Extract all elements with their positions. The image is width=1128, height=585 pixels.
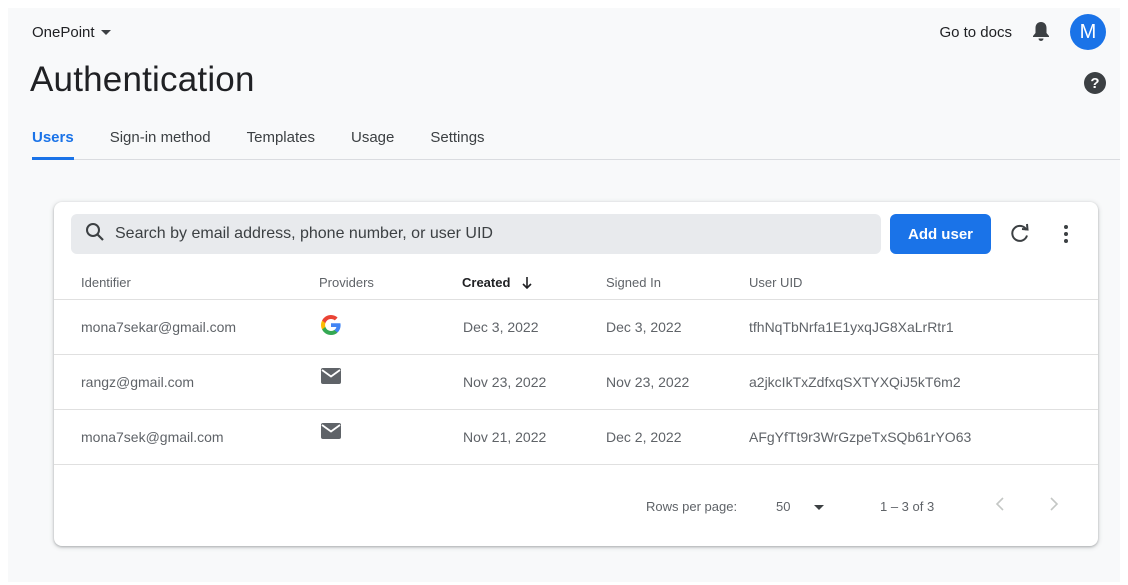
rows-per-page-label: Rows per page:: [646, 499, 738, 514]
pagination-range: 1 – 3 of 3: [880, 499, 935, 514]
project-switcher[interactable]: OnePoint: [32, 22, 111, 42]
column-header-user-uid: User UID: [749, 275, 803, 290]
go-to-docs-link[interactable]: Go to docs: [939, 24, 1012, 41]
notifications-bell-icon[interactable]: [1030, 21, 1052, 43]
identifier-cell: mona7sekar@gmail.com: [81, 319, 237, 335]
sort-descending-icon: [522, 277, 532, 290]
search-icon: [85, 222, 105, 247]
identifier-cell: mona7sek@gmail.com: [81, 429, 224, 445]
user-uid-cell: AFgYfTt9r3WrGzpeTxSQb61rYO63: [749, 429, 972, 445]
email-icon: [320, 422, 342, 443]
column-header-created[interactable]: Created: [462, 275, 532, 290]
user-uid-cell: tfhNqTbNrfa1E1yxqJG8XaLrRtr1: [749, 319, 954, 335]
tab-bar: Users Sign-in method Templates Usage Set…: [32, 126, 1120, 160]
tab-users[interactable]: Users: [32, 126, 74, 160]
email-icon: [320, 367, 342, 388]
rows-per-page-select[interactable]: 50: [776, 499, 790, 514]
refresh-icon[interactable]: [1008, 222, 1032, 246]
tab-sign-in-method[interactable]: Sign-in method: [110, 126, 211, 160]
identifier-cell: rangz@gmail.com: [81, 374, 195, 390]
table-row[interactable]: mona7sek@gmail.com Nov 21, 2022 Dec 2, 2…: [54, 410, 1098, 465]
column-header-providers: Providers: [319, 275, 374, 290]
project-name: OnePoint: [32, 23, 95, 41]
column-header-created-label: Created: [462, 275, 511, 290]
more-options-icon[interactable]: [1058, 222, 1074, 246]
tab-usage[interactable]: Usage: [351, 126, 394, 160]
user-uid-cell: a2jkcIkTxZdfxqSXTYXQiJ5kT6m2: [749, 374, 961, 390]
google-icon: [320, 314, 342, 339]
created-cell: Nov 21, 2022: [463, 429, 547, 445]
page: OnePoint Go to docs M Authentication ? U…: [8, 8, 1120, 582]
created-cell: Nov 23, 2022: [463, 374, 547, 390]
users-card: Add user Identifier Providers Created Si…: [54, 202, 1098, 546]
tab-templates[interactable]: Templates: [247, 126, 315, 160]
help-icon[interactable]: ?: [1084, 72, 1106, 94]
page-title: Authentication: [30, 60, 255, 99]
pagination: Rows per page: 50 1 – 3 of 3: [54, 478, 1098, 528]
column-header-identifier: Identifier: [81, 275, 131, 290]
table-header: Identifier Providers Created Signed In U…: [54, 262, 1098, 300]
signed-in-cell: Dec 3, 2022: [606, 319, 682, 335]
table-row[interactable]: mona7sekar@gmail.com Dec 3, 2022 Dec 3, …: [54, 300, 1098, 355]
search-input[interactable]: [115, 225, 855, 243]
next-page-icon[interactable]: [1048, 496, 1060, 515]
table-row[interactable]: rangz@gmail.com Nov 23, 2022 Nov 23, 202…: [54, 355, 1098, 410]
caret-down-icon[interactable]: [814, 505, 824, 510]
created-cell: Dec 3, 2022: [463, 319, 539, 335]
signed-in-cell: Nov 23, 2022: [606, 374, 690, 390]
search-bar: [71, 214, 881, 254]
signed-in-cell: Dec 2, 2022: [606, 429, 682, 445]
column-header-signed-in: Signed In: [606, 275, 661, 290]
previous-page-icon[interactable]: [994, 496, 1006, 515]
add-user-button[interactable]: Add user: [890, 214, 991, 254]
tab-settings[interactable]: Settings: [430, 126, 484, 160]
top-right-actions: Go to docs M: [939, 14, 1106, 50]
avatar[interactable]: M: [1070, 14, 1106, 50]
caret-down-icon: [100, 29, 111, 35]
